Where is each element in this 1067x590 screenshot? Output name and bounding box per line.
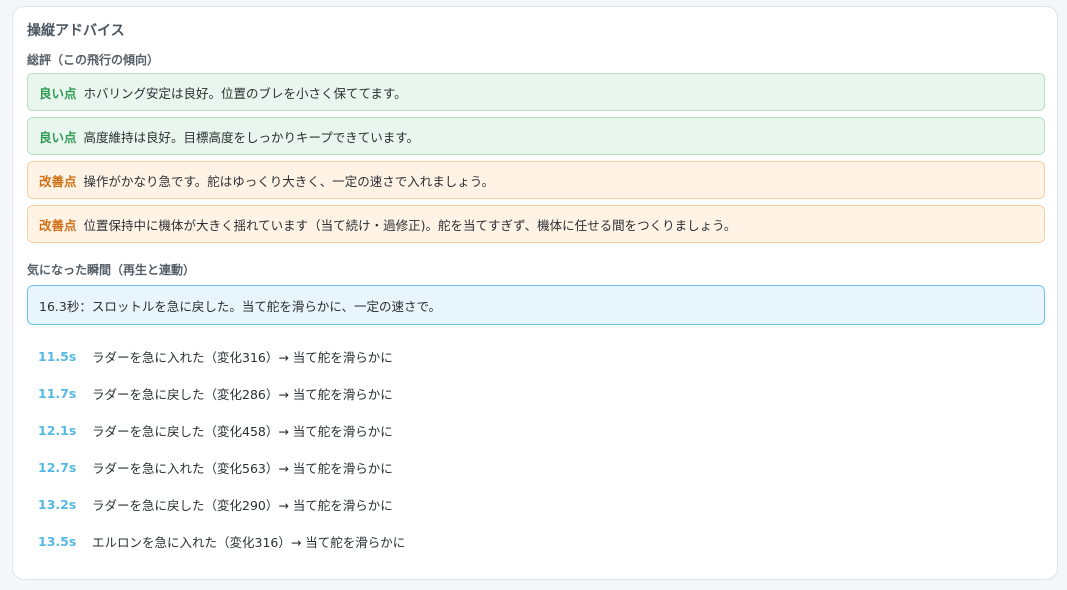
feedback-list: 良い点 ホバリング安定は良好。位置のブレを小さく保ててます。 良い点 高度維持は… <box>27 73 1045 249</box>
moment-item[interactable]: 12.7s ラダーを急に入れた（変化563）→ 当て舵を滑らかに <box>27 449 1045 486</box>
moment-time-link[interactable]: 11.5s <box>38 349 92 364</box>
moment-time-link[interactable]: 11.7s <box>38 386 92 401</box>
moments-section-title: 気になった瞬間（再生と連動） <box>27 263 196 277</box>
moment-text: ラダーを急に戻した（変化458）→ 当て舵を滑らかに <box>92 424 393 439</box>
panel-title: 操縦アドバイス <box>27 23 125 39</box>
moment-item[interactable]: 11.7s ラダーを急に戻した（変化286）→ 当て舵を滑らかに <box>27 375 1045 412</box>
feedback-good-altitude: 良い点 高度維持は良好。目標高度をしっかりキープできています。 <box>27 117 1045 155</box>
feedback-tag-good: 良い点 <box>39 85 77 101</box>
feedback-text: 操作がかなり急です。舵はゆっくり大きく、一定の速さで入れましょう。 <box>83 173 495 189</box>
advice-panel: 操縦アドバイス 総評（この飛行の傾向） 良い点 ホバリング安定は良好。位置のブレ… <box>12 6 1058 580</box>
moment-text: ラダーを急に戻した（変化286）→ 当て舵を滑らかに <box>92 387 393 402</box>
feedback-text: ホバリング安定は良好。位置のブレを小さく保ててます。 <box>83 85 407 101</box>
moment-time-link[interactable]: 13.5s <box>38 534 92 549</box>
feedback-text: 位置保持中に機体が大きく揺れています（当て続け・過修正)。舵を当てすぎず、機体に… <box>83 217 737 233</box>
moment-text: ラダーを急に戻した（変化290）→ 当て舵を滑らかに <box>92 498 393 513</box>
feedback-tag-improve: 改善点 <box>39 173 77 189</box>
feedback-tag-good: 良い点 <box>39 129 77 145</box>
feedback-good-hover: 良い点 ホバリング安定は良好。位置のブレを小さく保ててます。 <box>27 73 1045 111</box>
summary-section-title: 総評（この飛行の傾向） <box>27 53 160 67</box>
moment-time-link[interactable]: 12.1s <box>38 423 92 438</box>
feedback-text: 高度維持は良好。目標高度をしっかりキープできています。 <box>83 129 420 145</box>
moment-text: ラダーを急に入れた（変化563）→ 当て舵を滑らかに <box>92 461 393 476</box>
moment-item[interactable]: 11.5s ラダーを急に入れた（変化316）→ 当て舵を滑らかに <box>27 338 1045 375</box>
moment-text: エルロンを急に入れた（変化316）→ 当て舵を滑らかに <box>92 535 406 550</box>
moment-time-link[interactable]: 12.7s <box>38 460 92 475</box>
moment-item[interactable]: 12.1s ラダーを急に戻した（変化458）→ 当て舵を滑らかに <box>27 412 1045 449</box>
moment-item[interactable]: 13.5s エルロンを急に入れた（変化316）→ 当て舵を滑らかに <box>27 523 1045 560</box>
feedback-tag-improve: 改善点 <box>39 217 77 233</box>
current-moment-highlight: 16.3秒：スロットルを急に戻した。当て舵を滑らかに、一定の速さで。 <box>27 285 1045 325</box>
moment-list: 11.5s ラダーを急に入れた（変化316）→ 当て舵を滑らかに 11.7s ラ… <box>27 338 1045 560</box>
moment-time-link[interactable]: 13.2s <box>38 497 92 512</box>
feedback-improve-oscillation: 改善点 位置保持中に機体が大きく揺れています（当て続け・過修正)。舵を当てすぎず… <box>27 205 1045 243</box>
moment-item[interactable]: 13.2s ラダーを急に戻した（変化290）→ 当て舵を滑らかに <box>27 486 1045 523</box>
moment-text: ラダーを急に入れた（変化316）→ 当て舵を滑らかに <box>92 350 393 365</box>
feedback-improve-abrupt-input: 改善点 操作がかなり急です。舵はゆっくり大きく、一定の速さで入れましょう。 <box>27 161 1045 199</box>
